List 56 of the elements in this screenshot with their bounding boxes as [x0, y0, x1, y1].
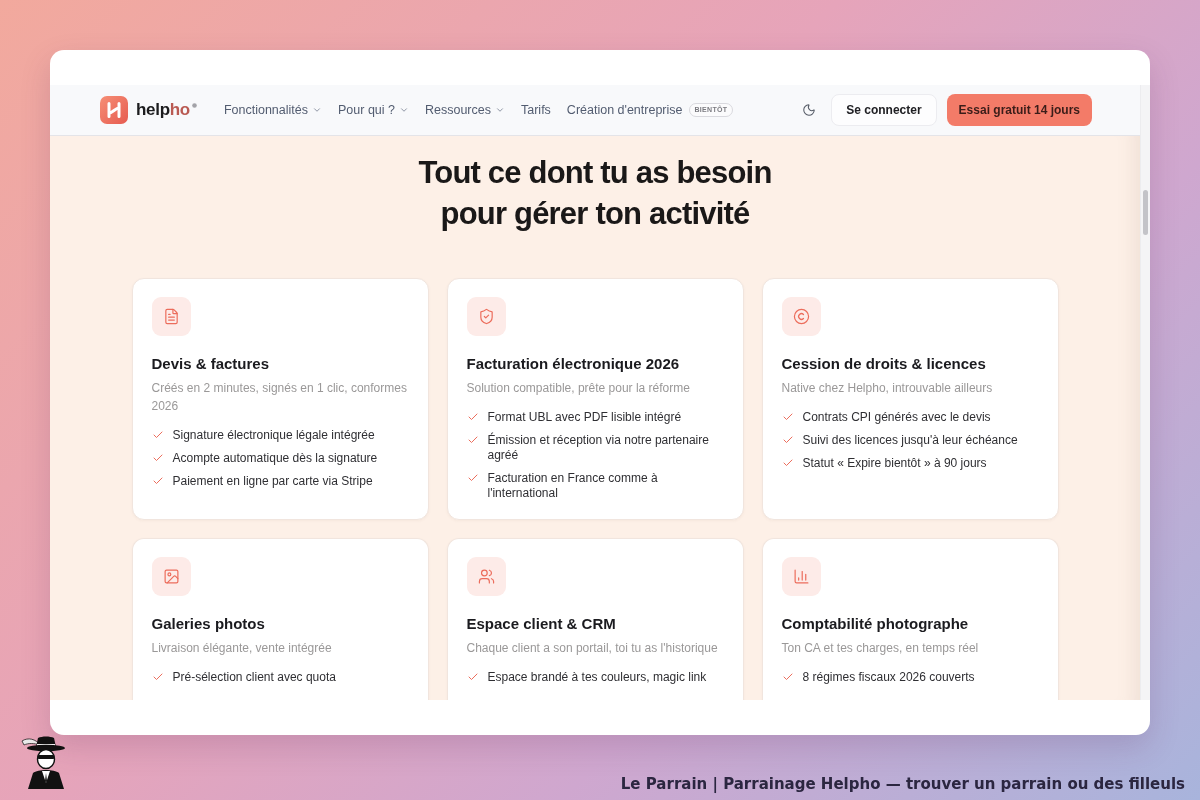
copyright-icon [781, 297, 821, 336]
feature-text: 8 régimes fiscaux 2026 couverts [802, 670, 975, 685]
check-icon [151, 475, 164, 487]
feature-text: Facturation en France comme à l'international [487, 471, 659, 501]
card-subtitle: Solution compatible, prête pour la réforme [466, 380, 691, 397]
check-icon [781, 411, 794, 423]
check-icon [781, 434, 794, 446]
moon-icon[interactable] [802, 103, 817, 117]
feature-text: Suivi des licences jusqu'à leur échéance [802, 433, 1018, 448]
check-icon [466, 411, 479, 423]
registered-mark-icon [191, 103, 197, 108]
check-icon [466, 671, 479, 683]
document-icon [151, 297, 191, 336]
card-title: Devis & factures [151, 354, 271, 374]
check-icon [781, 457, 794, 469]
nav-link[interactable]: Tarifs [521, 103, 551, 117]
card-title: Cession de droits & licences [781, 354, 987, 374]
feature-text: Acompte automatique dès la signature [172, 451, 378, 466]
brand-name[interactable]: helpho [136, 100, 190, 120]
scrollbar-thumb[interactable] [1143, 190, 1148, 235]
image-icon [151, 557, 191, 596]
check-icon [466, 472, 479, 484]
shield-check-icon [466, 297, 506, 336]
section-heading: Tout ce dont tu as besoin pour gérer ton activité [417, 154, 773, 233]
card-title: Galeries photos [151, 614, 266, 634]
bar-chart-icon [781, 557, 821, 596]
card-subtitle: Livraison élégante, vente intégrée [151, 640, 333, 657]
feature-text: Espace brandé à tes couleurs, magic link [487, 670, 707, 685]
card-subtitle: Chaque client a son portail, toi tu as l'historique [466, 640, 719, 657]
feature-text: Pré-sélection client avec quota [172, 670, 336, 685]
check-icon [151, 452, 164, 464]
users-icon [466, 557, 506, 596]
nav-link[interactable]: Création d'entreprise [566, 103, 683, 117]
card-subtitle: Ton CA et tes charges, en temps réel [781, 640, 980, 657]
card-subtitle: Native chez Helpho, introuvable ailleurs [781, 380, 994, 397]
logo-icon[interactable] [100, 96, 128, 124]
check-icon [151, 429, 164, 441]
feature-text: Format UBL avec PDF lisible intégré [487, 410, 682, 425]
check-icon [466, 434, 479, 446]
login-button[interactable]: Se connecter [831, 94, 937, 126]
card-title: Facturation électronique 2026 [466, 354, 681, 374]
card-subtitle: Créés en 2 minutes, signés en 1 clic, conformes 2026 [151, 380, 408, 415]
free-trial-button[interactable]: Essai gratuit 14 jours [946, 94, 1092, 126]
nav-link[interactable]: Ressources [425, 103, 505, 117]
feature-text: Statut « Expire bientôt » à 90 jours [802, 456, 987, 471]
feature-text: Paiement en ligne par carte via Stripe [172, 474, 373, 489]
card-title: Comptabilité photographe [781, 614, 970, 634]
feature-text: Émission et réception via notre partenaire agréé [487, 433, 710, 463]
feature-text: Signature électronique légale intégrée [172, 428, 375, 443]
check-icon [781, 671, 794, 683]
nav-link[interactable]: Pour qui ? [338, 103, 409, 117]
card-title: Espace client & CRM [466, 614, 617, 634]
feature-text: Contrats CPI générés avec le devis [802, 410, 991, 425]
nav-link[interactable]: Fonctionnalités [223, 103, 322, 117]
caption-text: Le Parrain | Parrainage Helpho — trouver un parrain ou des filleuls [620, 775, 1185, 793]
check-icon [151, 671, 164, 683]
